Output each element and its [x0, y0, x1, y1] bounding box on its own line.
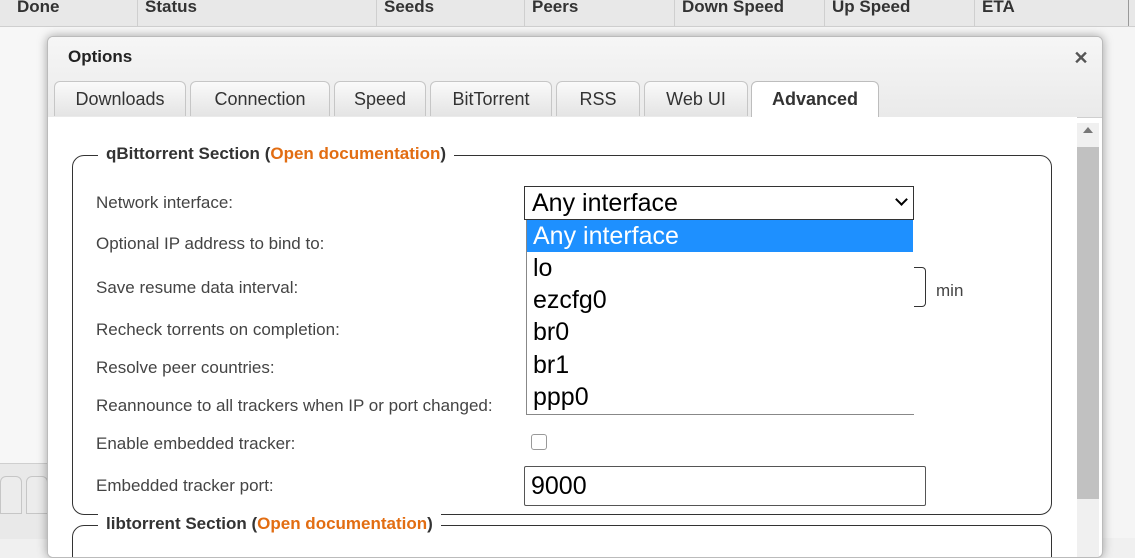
scroll-thumb[interactable] [1077, 147, 1099, 499]
dialog-title: Options [68, 47, 133, 66]
option-br1[interactable]: br1 [527, 349, 913, 381]
section-legend: libtorrent Section (Open documentation) [98, 514, 441, 534]
scroll-up-icon[interactable] [1083, 127, 1093, 133]
section-title: qBittorrent Section [106, 144, 260, 163]
legend-close-paren: ) [427, 514, 433, 533]
network-interface-dropdown: Any interface lo ezcfg0 br0 br1 ppp0 [526, 220, 914, 415]
tab-advanced[interactable]: Advanced [751, 81, 879, 118]
network-interface-select[interactable]: Any interface [524, 186, 914, 220]
column-header-peers[interactable]: Peers [524, 0, 674, 26]
open-documentation-link[interactable]: Open documentation [257, 514, 427, 533]
close-icon[interactable]: ✕ [1071, 48, 1091, 68]
section-legend: qBittorrent Section (Open documentation) [98, 144, 455, 164]
bottom-tab-stub[interactable] [0, 476, 22, 514]
interval-unit: min [936, 281, 964, 300]
option-lo[interactable]: lo [527, 252, 913, 284]
torrent-table-header: Done Status Seeds Peers Down Speed Up Sp… [0, 0, 1135, 27]
resolve-peer-countries-label: Resolve peer countries: [96, 358, 275, 377]
option-any-interface[interactable]: Any interface [527, 220, 913, 252]
legend-close-paren: ) [440, 144, 447, 163]
column-header-down-speed[interactable]: Down Speed [674, 0, 824, 26]
recheck-torrents-label: Recheck torrents on completion: [96, 320, 340, 339]
embedded-tracker-port-label: Embedded tracker port: [96, 476, 274, 495]
section-title: libtorrent Section [106, 514, 247, 533]
tab-connection[interactable]: Connection [190, 81, 330, 116]
tab-web-ui[interactable]: Web UI [644, 81, 748, 116]
options-dialog: Options ✕ Downloads Connection Speed Bit… [47, 36, 1103, 558]
embedded-tracker-checkbox[interactable] [531, 434, 547, 450]
network-interface-label: Network interface: [96, 193, 233, 212]
tab-rss[interactable]: RSS [556, 81, 640, 116]
column-header-up-speed[interactable]: Up Speed [824, 0, 974, 26]
tab-bittorrent[interactable]: BitTorrent [430, 81, 552, 116]
embedded-tracker-port-input[interactable]: 9000 [524, 466, 926, 506]
reannounce-trackers-label: Reannounce to all trackers when IP or po… [96, 396, 493, 415]
option-ezcfg0[interactable]: ezcfg0 [527, 284, 913, 316]
option-br0[interactable]: br0 [527, 316, 913, 348]
chevron-down-icon [895, 193, 908, 206]
tab-downloads[interactable]: Downloads [54, 81, 186, 116]
save-resume-interval-label: Save resume data interval: [96, 278, 299, 297]
embedded-tracker-label: Enable embedded tracker: [96, 434, 296, 453]
network-interface-selected: Any interface [532, 189, 678, 217]
bind-ip-label: Optional IP address to bind to: [96, 234, 325, 253]
tab-speed[interactable]: Speed [334, 81, 426, 116]
bottom-tab-stub[interactable] [26, 476, 48, 514]
open-documentation-link[interactable]: Open documentation [270, 144, 440, 163]
column-divider [1128, 0, 1129, 26]
option-ppp0[interactable]: ppp0 [527, 381, 913, 413]
background-right-area [1100, 27, 1135, 538]
dialog-title-bar[interactable]: Options ✕ Downloads Connection Speed Bit… [48, 37, 1102, 118]
column-header-eta[interactable]: ETA [974, 0, 1124, 26]
libtorrent-section: libtorrent Section (Open documentation) [72, 514, 1052, 557]
column-header-seeds[interactable]: Seeds [376, 0, 524, 26]
column-header-status[interactable]: Status [137, 0, 375, 26]
vertical-scrollbar[interactable] [1077, 123, 1099, 557]
column-header-done[interactable]: Done [10, 0, 136, 26]
